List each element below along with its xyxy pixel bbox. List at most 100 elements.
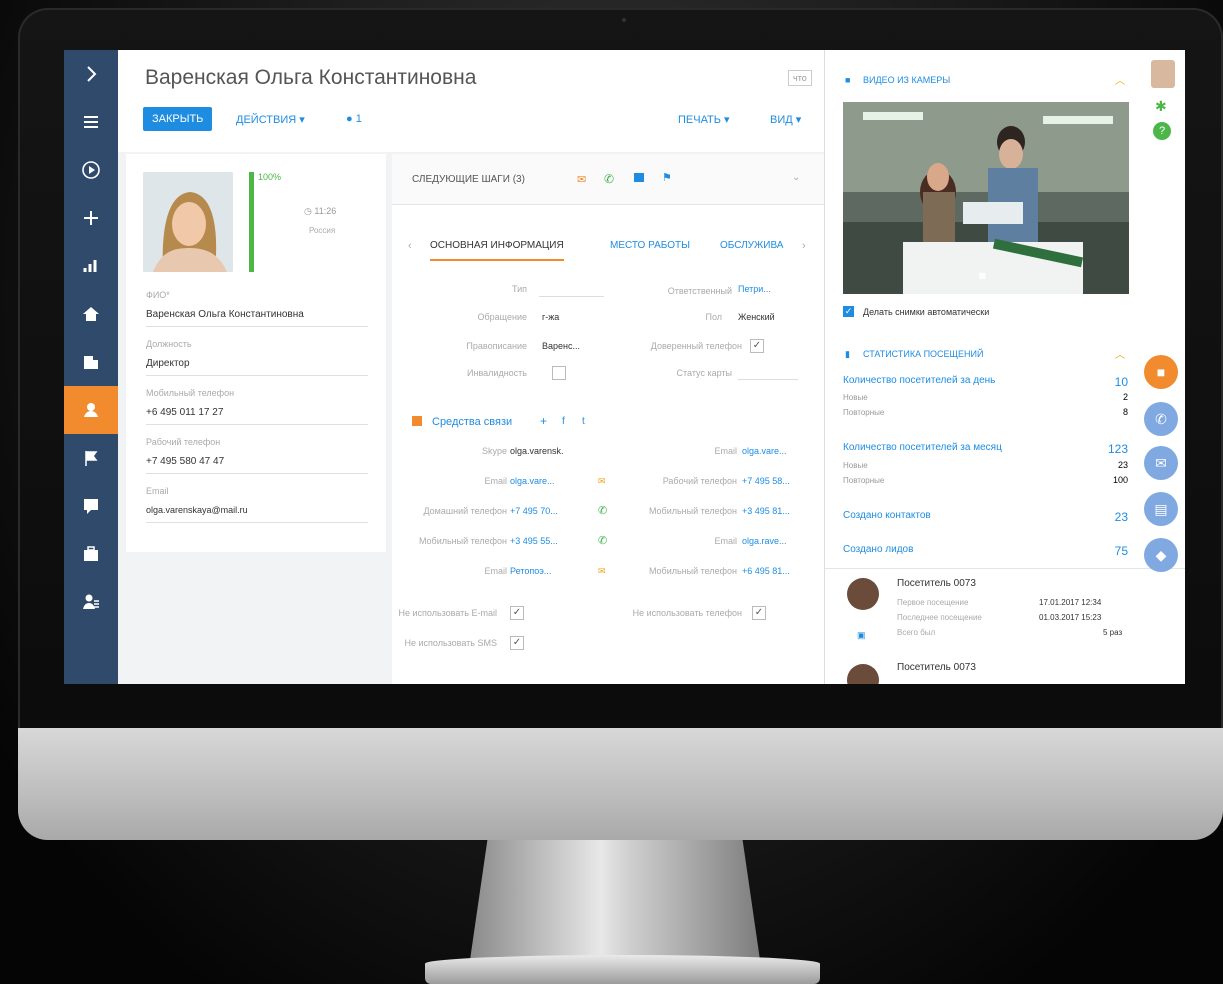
next-steps-label: СЛЕДУЮЩИЕ ШАГИ (3)	[412, 174, 525, 185]
add-comm-icon[interactable]: +	[540, 414, 547, 428]
bell-icon[interactable]: ◆	[1144, 538, 1178, 572]
contacts-icon[interactable]	[64, 386, 118, 434]
tab-general[interactable]: ОСНОВНАЯ ИНФОРМАЦИЯ	[430, 240, 564, 261]
print-button[interactable]: ПЕЧАТЬ ▾	[678, 113, 730, 126]
trusted-phone-checkbox[interactable]: ✓	[750, 339, 764, 353]
comm-value[interactable]: +3 495 81...	[742, 506, 790, 516]
expand-icon[interactable]	[64, 50, 118, 98]
auto-snap-checkbox[interactable]: ✓	[843, 306, 854, 317]
work-phone-field[interactable]: +7 495 580 47 47	[146, 456, 224, 467]
comm-value[interactable]: olga.vare...	[510, 476, 555, 486]
analytics-icon[interactable]	[64, 242, 118, 290]
mobile-field[interactable]: +6 495 011 17 27	[146, 407, 223, 418]
collapse-up-icon[interactable]: ︿	[1115, 72, 1125, 87]
visitor-contact-icon[interactable]: ▣	[857, 630, 866, 641]
mail-icon[interactable]: ✉	[1144, 446, 1178, 480]
play-icon[interactable]	[64, 146, 118, 194]
stat-label: Количество посетителей за день	[843, 375, 996, 386]
comm-value[interactable]: olga.varensk.	[510, 446, 564, 456]
help-icon[interactable]: ?	[1153, 122, 1171, 140]
accounts-icon[interactable]	[64, 338, 118, 386]
visitor-avatar	[847, 578, 879, 610]
no-phone-label: Не использовать телефон	[632, 608, 742, 618]
work-phone-label: Рабочий телефон	[146, 437, 221, 447]
email-icon[interactable]: ✉	[598, 476, 606, 487]
comm-label: Мобильный телефон	[418, 536, 507, 546]
comm-value[interactable]: +7 495 58...	[742, 476, 790, 486]
close-button[interactable]: ЗАКРЫТЬ	[143, 107, 213, 131]
spelling-field[interactable]: Варенс...	[542, 341, 580, 351]
video-call-icon[interactable]: ■	[1144, 355, 1178, 389]
tabs-prev-icon[interactable]: ‹	[408, 240, 412, 252]
visitor-name[interactable]: Посетитель 0073	[897, 662, 976, 673]
snapshot-icon[interactable]: ◙	[979, 270, 986, 282]
gear-icon[interactable]: ✱	[1155, 98, 1167, 115]
tabs-next-icon[interactable]: ›	[802, 240, 806, 252]
disability-checkbox[interactable]	[552, 366, 566, 380]
add-icon[interactable]	[64, 194, 118, 242]
stat-leads[interactable]: Создано лидов 75	[843, 544, 1128, 558]
email-field[interactable]: olga.varenskaya@mail.ru	[146, 505, 248, 515]
email-icon[interactable]: ✉	[598, 566, 606, 577]
stat-per-month[interactable]: Количество посетителей за месяц 123	[843, 442, 1128, 456]
tags-button[interactable]: ● 1	[346, 113, 362, 125]
no-email-checkbox[interactable]: ✓	[510, 606, 524, 620]
divider	[146, 424, 368, 425]
call-icon[interactable]: ✆	[598, 504, 607, 517]
stat-label: Создано лидов	[843, 544, 914, 555]
position-field[interactable]: Директор	[146, 358, 190, 369]
tab-work[interactable]: МЕСТО РАБОТЫ	[610, 240, 690, 251]
tab-service[interactable]: ОБСЛУЖИВА	[720, 240, 783, 251]
what-button[interactable]: что	[788, 70, 812, 86]
facebook-icon[interactable]: f	[562, 416, 565, 427]
call-step-icon[interactable]: ✆	[604, 172, 614, 186]
stat-per-day[interactable]: Количество посетителей за день 10	[843, 375, 1128, 389]
briefcase-icon[interactable]	[64, 530, 118, 578]
phone-icon[interactable]: ✆	[1144, 402, 1178, 436]
comm-value[interactable]: +7 495 70...	[510, 506, 558, 516]
home-icon[interactable]	[64, 290, 118, 338]
camera-header: ВИДЕО ИЗ КАМЕРЫ	[863, 75, 951, 85]
divider	[146, 375, 368, 376]
comm-value[interactable]: +3 495 55...	[510, 536, 558, 546]
fio-field[interactable]: Варенская Ольга Константиновна	[146, 309, 304, 320]
comm-value[interactable]: olga.rave...	[742, 536, 787, 546]
flag-step-icon[interactable]: ⚑	[662, 171, 672, 184]
comms-collapse-icon[interactable]	[412, 416, 422, 426]
employees-icon[interactable]	[64, 578, 118, 626]
stat-value: 75	[1114, 544, 1128, 558]
chat-step-icon[interactable]	[634, 173, 644, 182]
salutation-field[interactable]: г-жа	[542, 312, 559, 322]
user-avatar[interactable]	[1151, 60, 1175, 88]
auto-snap-label: Делать снимки автоматически	[863, 307, 990, 317]
menu-icon[interactable]	[64, 98, 118, 146]
details-panel: СЛЕДУЮЩИЕ ШАГИ (3) ✉ ✆ ⚑ ⌄ ‹ ОСНОВНАЯ ИН…	[392, 154, 824, 684]
stat-label: Новые	[843, 393, 868, 402]
gender-field[interactable]: Женский	[738, 312, 775, 322]
no-phone-checkbox[interactable]: ✓	[752, 606, 766, 620]
chevron-down-icon[interactable]: ⌄	[792, 172, 800, 183]
call-icon[interactable]: ✆	[598, 534, 607, 547]
comm-value[interactable]: olga.vare...	[742, 446, 787, 456]
stat-value: 100	[1112, 475, 1128, 485]
comm-value[interactable]: +6 495 81...	[742, 566, 790, 576]
collapse-up-icon[interactable]: ︿	[1115, 346, 1125, 361]
stat-contacts[interactable]: Создано контактов 23	[843, 510, 1128, 524]
view-button[interactable]: ВИД ▾	[770, 113, 801, 126]
gender-label: Пол	[705, 312, 722, 322]
comm-value[interactable]: Ретопоэ...	[510, 566, 551, 576]
flag-icon[interactable]	[64, 434, 118, 482]
email-step-icon[interactable]: ✉	[577, 173, 586, 186]
card-status-field[interactable]	[738, 366, 798, 380]
owner-field[interactable]: Петри...	[738, 284, 771, 294]
no-sms-checkbox[interactable]: ✓	[510, 636, 524, 650]
cases-icon[interactable]	[64, 482, 118, 530]
chat-icon[interactable]: ▤	[1144, 492, 1178, 526]
stat-value: 2	[1122, 392, 1128, 402]
twitter-icon[interactable]: t	[582, 416, 585, 427]
actions-button[interactable]: ДЕЙСТВИЯ ▾	[236, 113, 305, 126]
tag-count: 1	[355, 113, 362, 125]
type-field[interactable]	[539, 282, 604, 297]
stat-value: 123	[1107, 442, 1128, 456]
visitor-name[interactable]: Посетитель 0073	[897, 578, 976, 589]
